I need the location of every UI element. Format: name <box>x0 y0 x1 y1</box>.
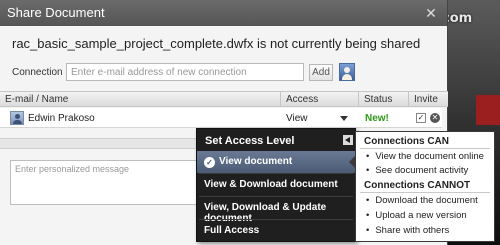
column-header-access: Access <box>280 91 358 107</box>
menu-item-label: View document <box>219 156 293 167</box>
chevron-down-icon[interactable] <box>340 116 348 121</box>
share-status-text: rac_basic_sample_project_complete.dwfx i… <box>12 36 421 51</box>
permissions-tooltip: Connections CAN View the document online… <box>355 131 495 242</box>
divider <box>360 192 490 193</box>
dialog-title: Share Document <box>0 0 447 26</box>
permissions-cannot-heading: Connections CANNOT <box>364 180 471 191</box>
menu-item-view-document[interactable]: ✓ View document <box>197 151 355 173</box>
permission-item: See document activity <box>366 165 468 176</box>
column-header-invite: Invite <box>408 91 448 107</box>
invite-checkbox[interactable]: ✓ <box>416 113 426 123</box>
permissions-can-heading: Connections CAN <box>364 136 449 147</box>
close-icon[interactable]: ✕ <box>422 4 440 22</box>
connection-label: Connection <box>12 67 63 78</box>
access-menu-title: Set Access Level <box>205 135 295 147</box>
connection-name: Edwin Prakoso <box>28 113 95 124</box>
permission-item: Share with others <box>366 225 449 236</box>
permission-item: Upload a new version <box>366 210 466 221</box>
menu-item-view-download[interactable]: View & Download document <box>197 174 355 196</box>
access-level-select[interactable]: View <box>286 113 308 124</box>
address-book-icon[interactable] <box>339 63 355 81</box>
checkmark-icon: ✓ <box>204 157 215 168</box>
status-badge: New! <box>365 113 389 124</box>
divider <box>360 148 490 149</box>
menu-item-full-access[interactable]: Full Access <box>197 220 355 242</box>
column-header-status: Status <box>358 91 408 107</box>
background-model-element <box>476 95 500 125</box>
column-header-email: E-mail / Name <box>0 91 280 107</box>
menu-item-view-download-update[interactable]: View, Download & Update document <box>197 197 355 224</box>
permission-item: Download the document <box>366 195 477 206</box>
collapse-menu-icon[interactable] <box>343 135 353 145</box>
personal-message-input[interactable] <box>10 160 198 205</box>
connection-email-input[interactable] <box>66 63 304 81</box>
remove-connection-icon[interactable]: ✕ <box>430 113 440 123</box>
user-avatar-icon <box>10 111 24 125</box>
access-level-menu: Set Access Level ✓ View document View & D… <box>196 128 356 242</box>
permission-item: View the document online <box>366 151 484 162</box>
add-connection-button[interactable]: Add <box>309 64 333 81</box>
